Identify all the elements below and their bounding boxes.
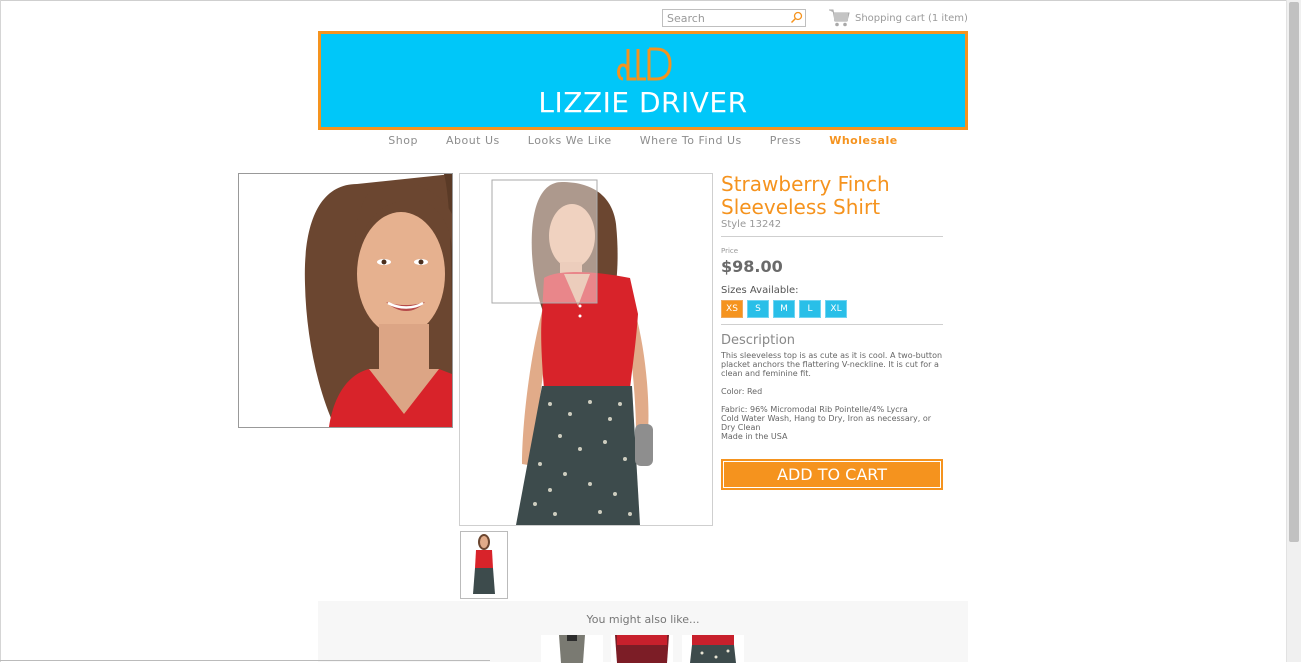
model-photo	[460, 174, 712, 525]
add-to-cart-label[interactable]: ADD TO CART	[724, 462, 940, 487]
shopping-cart-icon	[829, 9, 850, 27]
fabric-line: Fabric: 96% Micromodal Rib Pointelle/4% …	[721, 405, 908, 414]
nav-item-about-us[interactable]: About Us	[446, 134, 500, 147]
product-info: Strawberry Finch Sleeveless Shirt Style …	[721, 173, 943, 441]
brand-logo-icon	[617, 47, 672, 81]
size-option-xs[interactable]: XS	[721, 300, 743, 318]
divider	[721, 236, 943, 237]
search-icon[interactable]	[790, 11, 803, 24]
search-box[interactable]	[662, 9, 806, 27]
related-product-image	[682, 635, 744, 663]
shopping-cart-link[interactable]: Shopping cart (1 item)	[829, 8, 968, 28]
product-zoom-view	[238, 173, 453, 428]
size-selector: XS S M L XL	[721, 300, 943, 318]
product-thumbnail[interactable]	[460, 531, 508, 599]
related-product-item[interactable]	[682, 635, 744, 663]
zoom-lens[interactable]	[491, 179, 598, 304]
description-heading: Description	[721, 333, 796, 348]
product-price: $98.00	[721, 257, 783, 276]
nav-item-shop[interactable]: Shop	[388, 134, 418, 147]
description-text: This sleeveless top is as cute as it is …	[721, 351, 943, 378]
vertical-scrollbar[interactable]	[1286, 0, 1301, 662]
related-product-item[interactable]	[611, 635, 673, 663]
product-main-image[interactable]	[459, 173, 713, 526]
product-style-number: Style 13242	[721, 219, 782, 230]
related-products: You might also like...	[318, 601, 968, 663]
scrollbar-thumb[interactable]	[1289, 2, 1299, 542]
top-border	[0, 0, 1286, 1]
nav-item-wholesale[interactable]: Wholesale	[829, 134, 897, 147]
size-option-l[interactable]: L	[799, 300, 821, 318]
thumbnail-image	[461, 532, 507, 598]
search-input[interactable]	[667, 11, 785, 25]
product-color: Color: Red	[721, 387, 763, 396]
bottom-divider	[0, 660, 490, 661]
brand-name: LIZZIE DRIVER	[538, 86, 748, 119]
divider	[721, 324, 943, 325]
related-product-image	[611, 635, 673, 663]
related-product-image	[541, 635, 603, 663]
zoomed-model-image	[239, 174, 452, 427]
size-option-s[interactable]: S	[747, 300, 769, 318]
add-to-cart-button[interactable]: ADD TO CART	[721, 459, 943, 490]
brand-banner[interactable]: LIZZIE DRIVER	[318, 31, 968, 130]
related-products-title: You might also like...	[586, 613, 700, 626]
shopping-cart-label[interactable]: Shopping cart (1 item)	[855, 13, 968, 24]
size-option-m[interactable]: M	[773, 300, 795, 318]
nav-item-press[interactable]: Press	[770, 134, 801, 147]
product-title: Strawberry Finch Sleeveless Shirt	[721, 172, 890, 219]
size-option-xl[interactable]: XL	[825, 300, 847, 318]
nav-item-looks-we-like[interactable]: Looks We Like	[528, 134, 612, 147]
care-instructions: Cold Water Wash, Hang to Dry, Iron as ne…	[721, 414, 932, 432]
sizes-label: Sizes Available:	[721, 285, 799, 296]
left-border	[0, 0, 1, 662]
origin-line: Made in the USA	[721, 432, 788, 441]
related-product-item[interactable]	[541, 635, 603, 663]
price-label: Price	[721, 247, 739, 255]
nav-item-where-to-find-us[interactable]: Where To Find Us	[640, 134, 742, 147]
main-nav: Shop About Us Looks We Like Where To Fin…	[318, 134, 968, 147]
